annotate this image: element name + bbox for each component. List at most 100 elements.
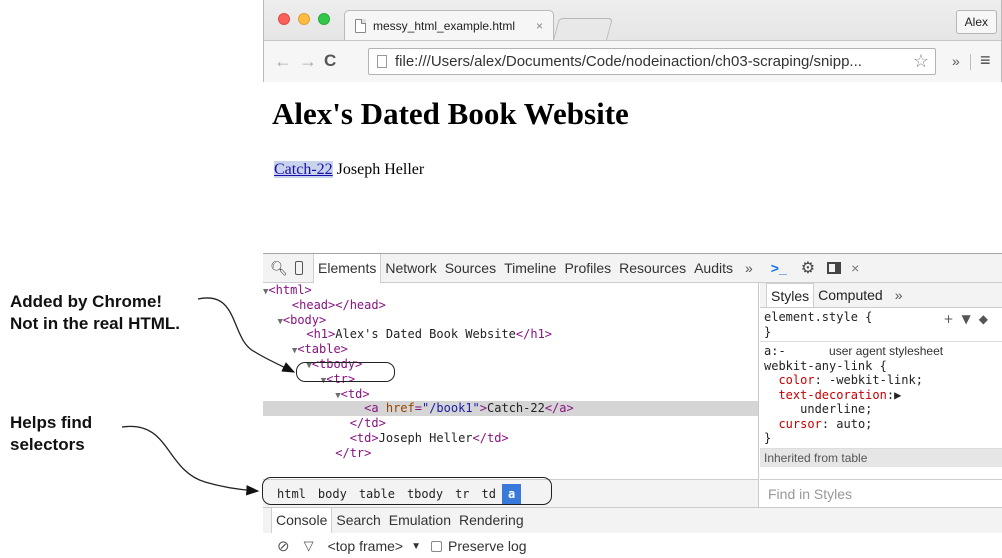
ua-style-rule[interactable]: a:- user agent stylesheet webkit-any-lin…	[760, 342, 1002, 449]
forward-arrow-icon[interactable]: →	[299, 51, 317, 72]
devtools-tab-bar: 🔍︎ Elements Network Sources Timeline Profile…	[263, 253, 1002, 283]
profile-button[interactable]: Alex	[955, 10, 997, 34]
dom-node[interactable]: <h1>Alex's Dated Book Website</h1>	[263, 327, 758, 342]
page-heading: Alex's Dated Book Website	[272, 96, 629, 131]
prop-text-decoration-name: text-decoration	[778, 387, 887, 402]
url-text[interactable]: file:///Users/alex/Documents/Code/nodein…	[395, 53, 913, 70]
more-tabs-icon[interactable]: »	[737, 260, 761, 276]
attr-value: "/book1"	[421, 401, 480, 416]
preserve-log-checkbox[interactable]	[430, 540, 442, 552]
dom-node[interactable]: ▼<table>	[263, 342, 758, 357]
devtools-panel: 🔍︎ Elements Network Sources Timeline Profile…	[263, 253, 1002, 558]
tab-title: messy_html_example.html	[373, 19, 516, 33]
node-text: Joseph Heller	[378, 430, 473, 445]
prop-color-name: color	[778, 373, 815, 387]
annotation-line-1: Helps find	[10, 413, 93, 432]
minimize-window-button[interactable]	[298, 13, 310, 25]
element-style-close: }	[764, 324, 772, 339]
preserve-log-label: Preserve log	[447, 538, 527, 554]
tab-network[interactable]: Network	[381, 254, 440, 283]
bookmark-star-icon[interactable]: ☆	[913, 51, 935, 72]
dom-node[interactable]: <td>Joseph Heller</td>	[263, 431, 758, 446]
ua-selector-2: webkit-any-link {	[764, 358, 887, 373]
tab-elements[interactable]: Elements	[313, 253, 382, 283]
close-window-button[interactable]	[278, 13, 290, 25]
tab-resources[interactable]: Resources	[615, 254, 690, 283]
inherited-header: Inherited from table	[760, 448, 1002, 467]
close-devtools-icon[interactable]: ×	[851, 260, 859, 276]
node-text: Catch-22	[487, 401, 545, 416]
styles-pane: Styles Computed » element.style { } +▼◆ a…	[760, 283, 1002, 479]
element-style-rule[interactable]: element.style { } +▼◆	[760, 308, 1002, 342]
filter-icon[interactable]: ▽	[304, 538, 314, 554]
settings-gear-icon[interactable]: ⚙︎	[801, 258, 815, 278]
frame-selector[interactable]: <top frame>	[328, 538, 404, 554]
frame-caret-icon[interactable]: ▼	[411, 541, 421, 552]
prop-cursor-name: cursor	[778, 416, 822, 431]
dom-node[interactable]: </tr>	[263, 446, 758, 461]
tag-open: <table>	[297, 342, 348, 357]
tag-open: <td>	[349, 430, 379, 445]
tag-open: <head></head>	[291, 297, 386, 312]
drawer-tab-bar: Console Search Emulation Rendering	[263, 507, 1002, 533]
attr-name: href	[385, 401, 415, 416]
prop-text-decoration-value: ▶	[894, 387, 902, 402]
extensions-overflow-icon[interactable]: »	[952, 53, 960, 69]
book-author: Joseph Heller	[332, 161, 425, 178]
breadcrumb-callout-oval	[262, 477, 552, 505]
tab-close-icon[interactable]: ×	[536, 19, 543, 33]
clear-console-icon[interactable]: ⊘	[277, 537, 290, 555]
tag-open: <h1>	[306, 327, 336, 342]
attr-equals: =	[414, 401, 422, 416]
drawer-tab-rendering[interactable]: Rendering	[455, 508, 528, 533]
tag-open: </td>	[349, 416, 386, 431]
dom-node[interactable]: ▼<body>	[263, 313, 758, 328]
drawer-tab-console[interactable]: Console	[271, 508, 333, 533]
tab-computed[interactable]: Computed	[814, 283, 887, 307]
rule-actions-icons[interactable]: +▼◆	[943, 312, 996, 327]
book-link[interactable]: Catch-22	[274, 161, 333, 178]
reload-icon[interactable]: C	[324, 51, 336, 71]
browser-tab[interactable]: messy_html_example.html ×	[344, 10, 554, 41]
browser-window-chrome: messy_html_example.html × Alex ← → C fil…	[263, 0, 1002, 82]
dom-node[interactable]: </td>	[263, 416, 758, 431]
tab-profiles[interactable]: Profiles	[560, 254, 615, 283]
tab-sources[interactable]: Sources	[441, 254, 500, 283]
prop-text-decoration-cont: underline;	[800, 402, 873, 416]
toolbar-divider	[970, 54, 971, 70]
dom-node[interactable]: ▼<html>	[263, 283, 758, 298]
browser-toolbar: ← → C file:///Users/alex/Documents/Code/…	[264, 40, 1001, 82]
tag-close: </td>	[472, 430, 509, 445]
dom-node[interactable]: <a href="/book1">Catch-22</a>	[263, 401, 758, 417]
drawer-tab-emulation[interactable]: Emulation	[385, 508, 455, 533]
tag-open: </tr>	[335, 445, 372, 460]
tab-timeline[interactable]: Timeline	[500, 254, 560, 283]
styles-more-icon[interactable]: »	[895, 287, 903, 303]
arrow-to-breadcrumbs	[121, 425, 260, 496]
device-mode-icon[interactable]	[295, 261, 303, 275]
dock-side-icon[interactable]	[827, 262, 842, 274]
document-icon	[355, 19, 366, 33]
dom-node[interactable]: <head></head>	[263, 298, 758, 313]
new-tab-button[interactable]	[553, 18, 613, 40]
hamburger-menu-icon[interactable]: ≡	[980, 50, 991, 71]
find-in-styles-input[interactable]: Find in Styles	[760, 479, 1002, 507]
console-drawer-icon[interactable]: >_	[771, 260, 787, 276]
zoom-window-button[interactable]	[318, 13, 330, 25]
tab-audits[interactable]: Audits	[690, 254, 737, 283]
address-bar[interactable]: file:///Users/alex/Documents/Code/nodein…	[368, 48, 936, 75]
back-arrow-icon[interactable]: ←	[274, 51, 292, 72]
dom-node[interactable]: ▼<td>	[263, 387, 758, 402]
inspect-search-icon[interactable]: 🔍︎	[269, 260, 289, 277]
annotation-line-2: selectors	[10, 435, 85, 454]
tab-styles[interactable]: Styles	[766, 283, 815, 307]
drawer-tab-search[interactable]: Search	[332, 508, 384, 533]
